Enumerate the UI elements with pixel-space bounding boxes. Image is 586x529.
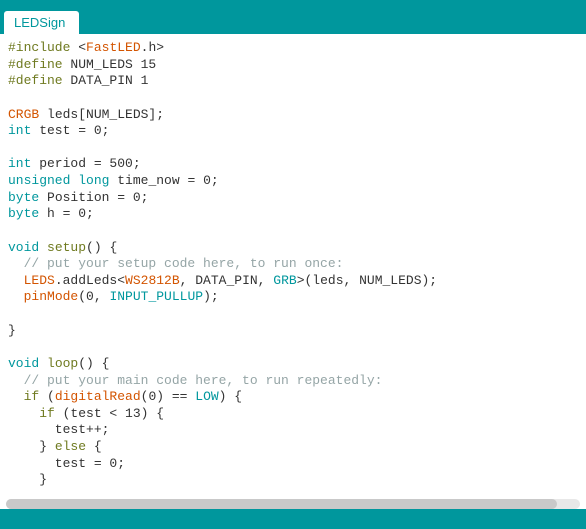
- code-token: unsigned: [8, 173, 70, 188]
- code-token: LOW: [195, 389, 218, 404]
- code-token: ) {: [219, 389, 242, 404]
- code-token: DATA_PIN 1: [70, 73, 148, 88]
- code-comment: // put your main code here, to run repea…: [8, 373, 382, 388]
- code-token: }: [8, 323, 16, 338]
- code-token: .addLeds<: [55, 273, 125, 288]
- code-token: long: [78, 173, 109, 188]
- code-token: else: [55, 439, 86, 454]
- code-token: int: [8, 156, 31, 171]
- code-token: #define: [8, 57, 63, 72]
- code-token: void: [8, 240, 39, 255]
- code-token: FastLED: [86, 40, 141, 55]
- code-token: [8, 273, 24, 288]
- horizontal-scrollbar-thumb[interactable]: [6, 499, 557, 509]
- code-token: >(leds, NUM_LEDS);: [297, 273, 437, 288]
- code-token: INPUT_PULLUP: [109, 289, 203, 304]
- tab-label: LEDSign: [14, 15, 65, 30]
- code-token: if: [24, 389, 40, 404]
- code-token: LEDS: [24, 273, 55, 288]
- code-token: loop: [47, 356, 78, 371]
- code-token: test = 0;: [8, 456, 125, 471]
- code-token: byte: [8, 190, 39, 205]
- code-token: () {: [78, 356, 109, 371]
- code-token: setup: [47, 240, 86, 255]
- code-token: NUM_LEDS 15: [70, 57, 156, 72]
- code-token: #include: [8, 40, 70, 55]
- code-token: <: [78, 40, 86, 55]
- code-token: {: [86, 439, 102, 454]
- code-token: .h>: [141, 40, 164, 55]
- tab-strip: LEDSign: [0, 6, 586, 34]
- code-token: int: [8, 123, 31, 138]
- code-token: period = 500;: [31, 156, 140, 171]
- code-token: [8, 389, 24, 404]
- tab-ledsign[interactable]: LEDSign: [4, 11, 79, 34]
- code-token: pinMode: [24, 289, 79, 304]
- code-token: test = 0;: [31, 123, 109, 138]
- code-token: [8, 289, 24, 304]
- code-token: }: [8, 439, 55, 454]
- code-token: Position = 0;: [39, 190, 148, 205]
- code-token: );: [203, 289, 219, 304]
- code-token: digitalRead: [55, 389, 141, 404]
- code-token: test++;: [8, 422, 109, 437]
- code-token: (0,: [78, 289, 109, 304]
- code-token: [8, 406, 39, 421]
- code-token: byte: [8, 206, 39, 221]
- code-comment: // put your setup code here, to run once…: [8, 256, 343, 271]
- code-token: leds[NUM_LEDS];: [39, 107, 164, 122]
- code-token: () {: [86, 240, 117, 255]
- horizontal-scrollbar[interactable]: [6, 499, 580, 509]
- code-token: CRGB: [8, 107, 39, 122]
- status-bar: [0, 509, 586, 529]
- code-token: (0) ==: [141, 389, 196, 404]
- code-token: (test < 13) {: [55, 406, 164, 421]
- code-token: h = 0;: [39, 206, 94, 221]
- editor-area[interactable]: #include <FastLED.h> #define NUM_LEDS 15…: [0, 34, 586, 509]
- code-token: WS2812B: [125, 273, 180, 288]
- code-token: #define: [8, 73, 63, 88]
- code-editor[interactable]: #include <FastLED.h> #define NUM_LEDS 15…: [0, 34, 586, 509]
- code-token: , DATA_PIN,: [180, 273, 274, 288]
- code-token: if: [39, 406, 55, 421]
- code-token: (: [39, 389, 55, 404]
- code-token: void: [8, 356, 39, 371]
- code-token: GRB: [273, 273, 296, 288]
- code-token: time_now = 0;: [109, 173, 218, 188]
- code-token: }: [8, 472, 47, 487]
